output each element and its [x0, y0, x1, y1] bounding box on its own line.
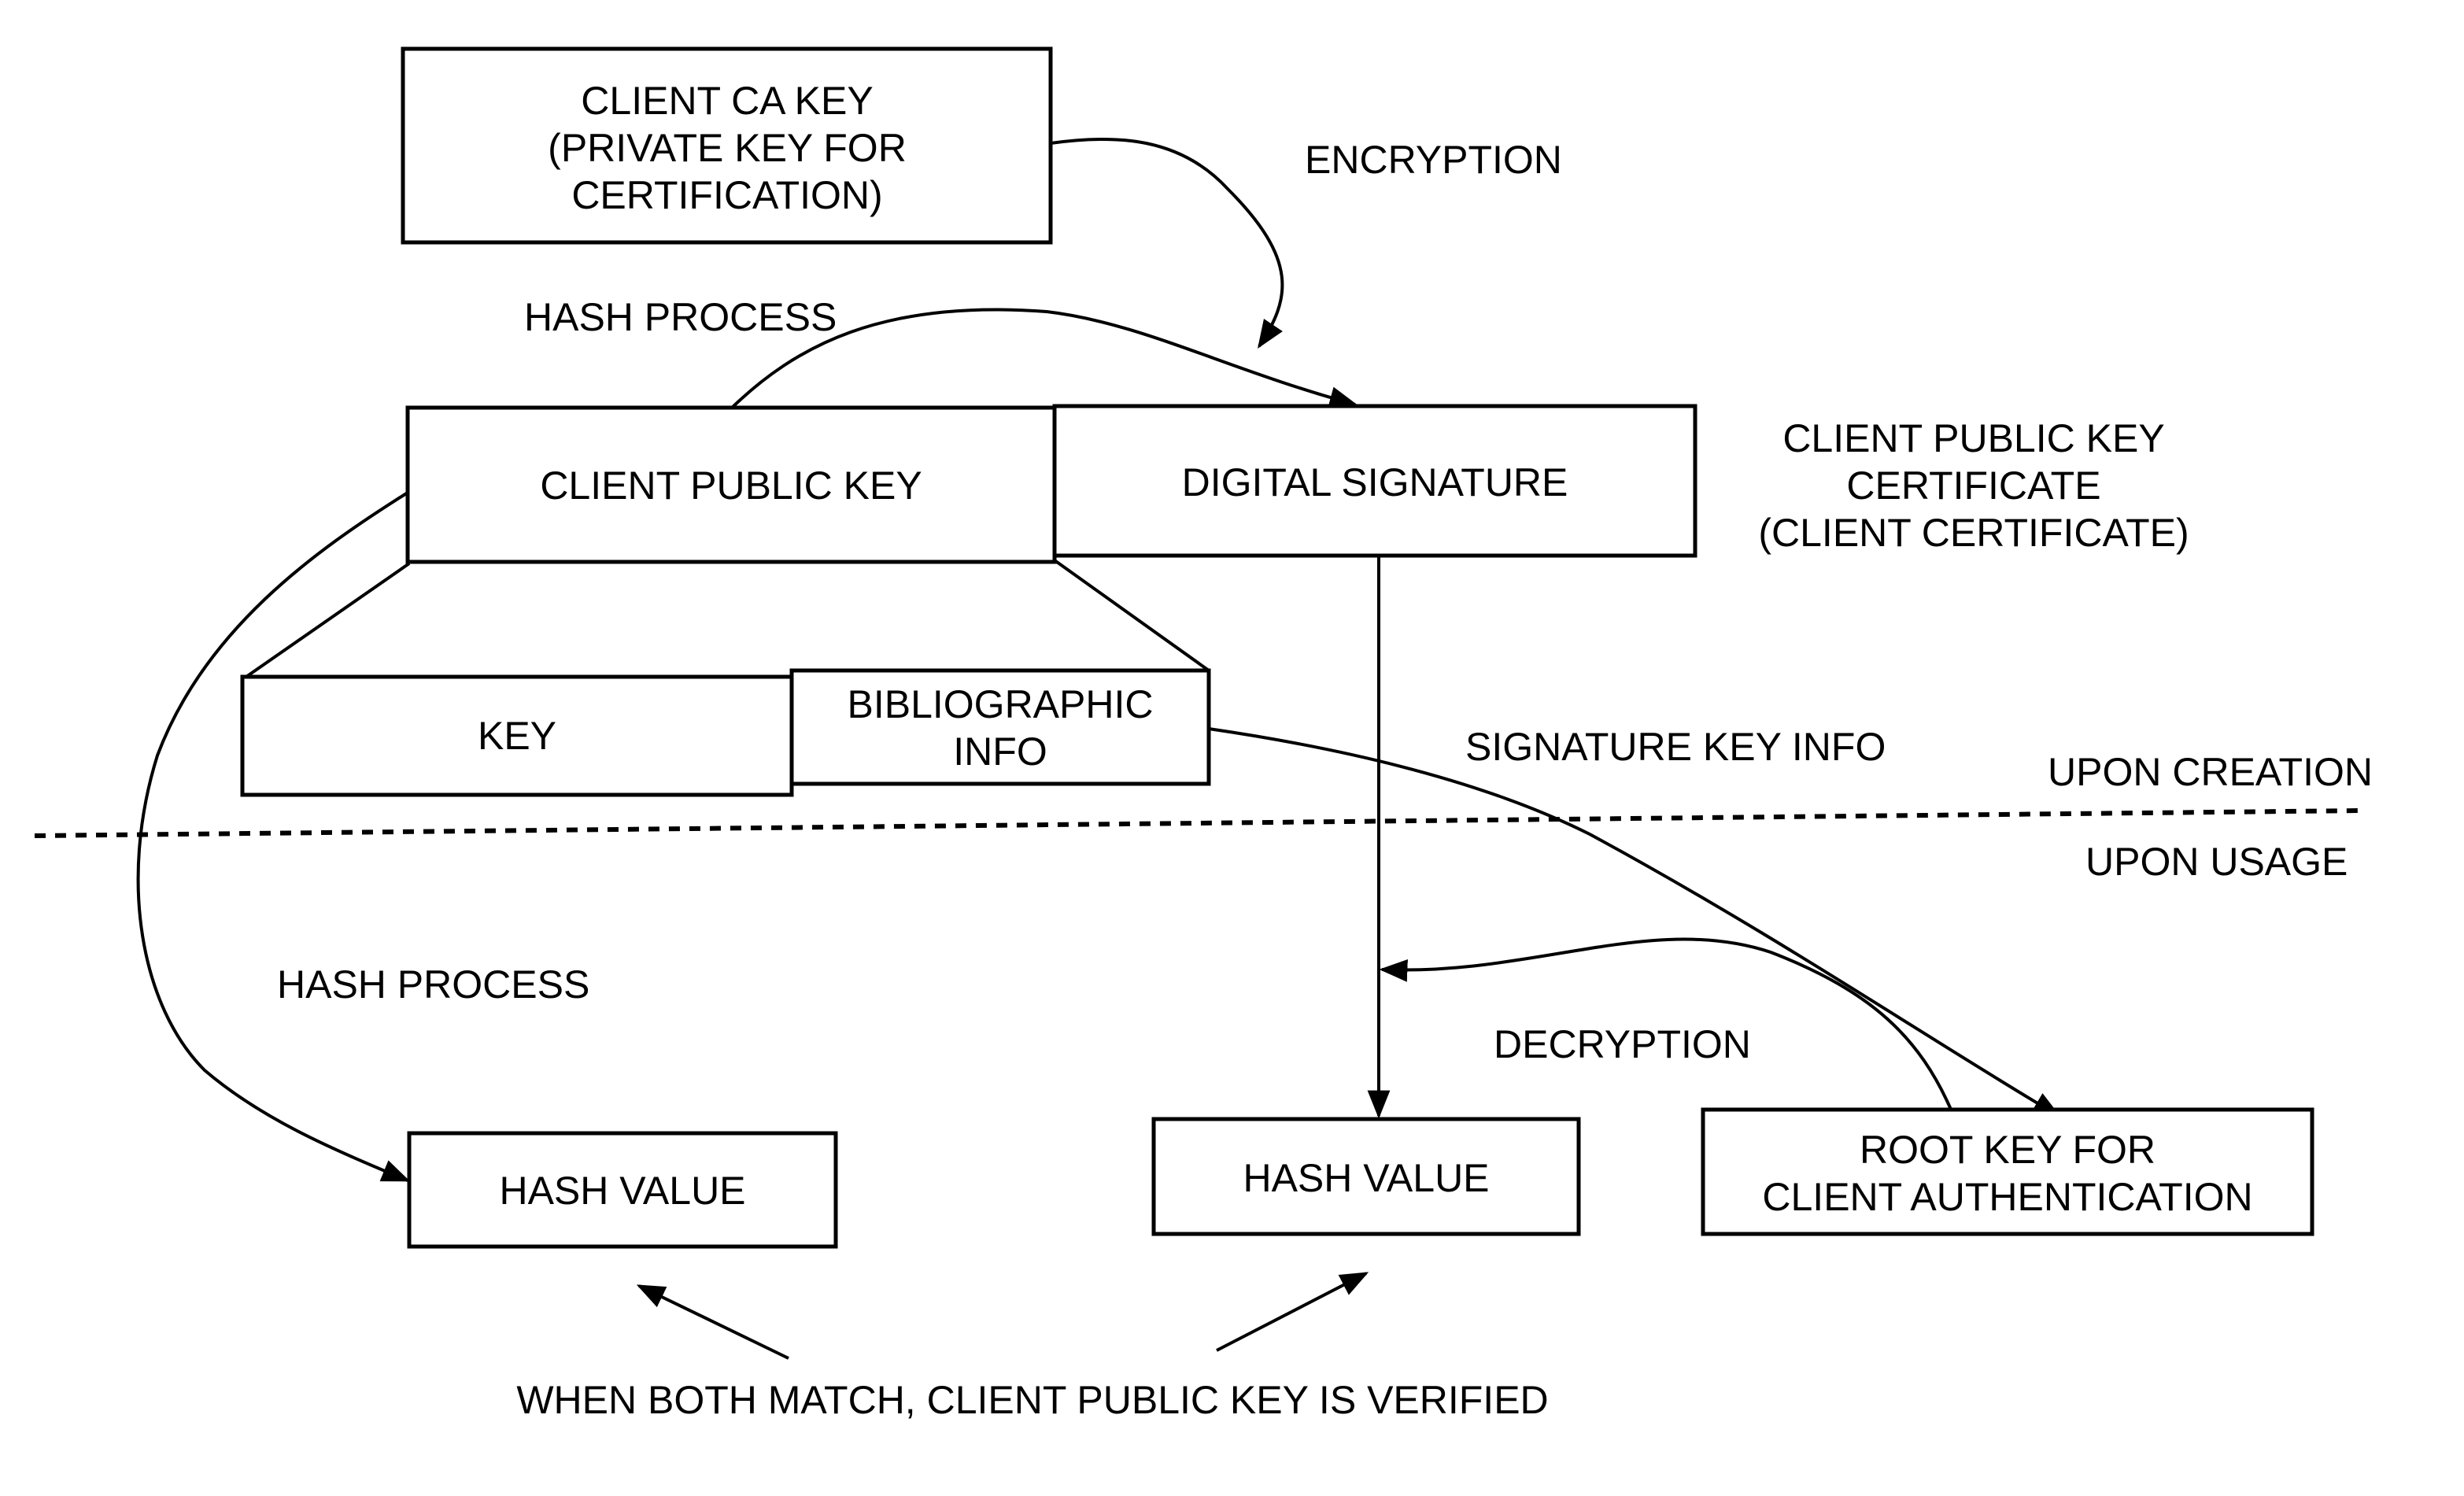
certificate-caption-line-1: CLIENT PUBLIC KEY — [1782, 416, 2164, 460]
upon-creation-label: UPON CREATION — [2048, 750, 2373, 794]
certificate-caption-line-2: CERTIFICATE — [1846, 464, 2100, 508]
signature-key-info-label: SIGNATURE KEY INFO — [1465, 725, 1886, 769]
client-ca-key-line-3: CERTIFICATION) — [571, 173, 882, 217]
certificate-caption-line-3: (CLIENT CERTIFICATE) — [1758, 511, 2189, 555]
root-key-box: ROOT KEY FOR CLIENT AUTHENTICATION — [1701, 1107, 2314, 1236]
bibliographic-info-box: BIBLIOGRAPHIC INFO — [789, 668, 1211, 786]
expansion-line-left — [242, 562, 411, 680]
digital-signature-box: DIGITAL SIGNATURE — [1052, 404, 1697, 558]
bibliographic-info-line-2: INFO — [953, 730, 1047, 774]
hash-value-left-box: HASH VALUE — [407, 1131, 838, 1249]
client-ca-key-line-1: CLIENT CA KEY — [581, 79, 873, 123]
match-arrow-left — [636, 1284, 789, 1360]
match-arrow-right — [1216, 1272, 1369, 1352]
expansion-line-right — [1053, 559, 1210, 672]
bibliographic-info-line-1: BIBLIOGRAPHIC — [848, 682, 1154, 726]
verification-note: WHEN BOTH MATCH, CLIENT PUBLIC KEY IS VE… — [516, 1378, 1548, 1422]
root-key-line-1: ROOT KEY FOR — [1860, 1128, 2156, 1172]
encryption-arrow — [1050, 137, 1284, 349]
hash-value-right-box: HASH VALUE — [1151, 1117, 1581, 1236]
root-key-line-2: CLIENT AUTHENTICATION — [1762, 1175, 2252, 1219]
digital-signature-label: DIGITAL SIGNATURE — [1182, 460, 1568, 504]
hash-process-bottom-label: HASH PROCESS — [277, 962, 589, 1007]
certificate-verification-diagram: CLIENT CA KEY (PRIVATE KEY FOR CERTIFICA… — [34, 46, 2373, 1422]
certificate-caption: CLIENT PUBLIC KEY CERTIFICATE (CLIENT CE… — [1758, 416, 2189, 555]
hash-process-top-label: HASH PROCESS — [524, 295, 837, 339]
hash-value-left-label: HASH VALUE — [499, 1169, 745, 1213]
encryption-label: ENCRYPTION — [1305, 138, 1562, 182]
client-ca-key-box: CLIENT CA KEY (PRIVATE KEY FOR CERTIFICA… — [401, 46, 1053, 245]
client-ca-key-line-2: (PRIVATE KEY FOR — [548, 126, 907, 170]
key-box: KEY — [240, 674, 794, 797]
upon-usage-label: UPON USAGE — [2085, 840, 2348, 884]
decryption-label: DECRYPTION — [1494, 1022, 1751, 1066]
hash-value-right-label: HASH VALUE — [1243, 1156, 1489, 1200]
client-public-key-box: CLIENT PUBLIC KEY — [405, 405, 1057, 564]
client-public-key-label: CLIENT PUBLIC KEY — [540, 464, 922, 508]
key-label: KEY — [478, 714, 556, 758]
phase-separator-line — [34, 808, 2362, 838]
